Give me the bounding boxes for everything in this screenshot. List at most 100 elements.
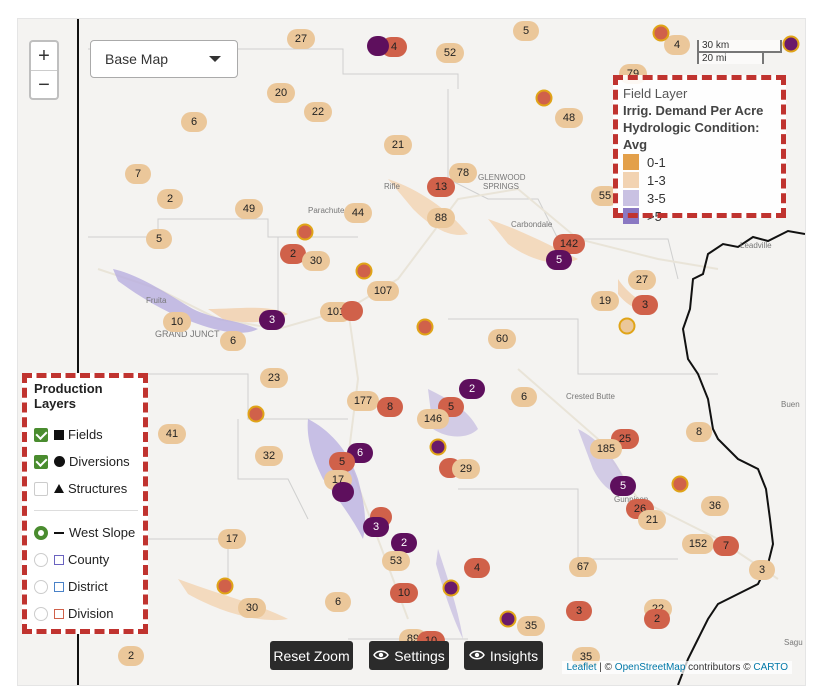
boundary-option-west-slope[interactable]: West Slope xyxy=(34,519,148,546)
zoom-in-button[interactable]: + xyxy=(31,42,57,71)
map-marker[interactable]: 5 xyxy=(546,250,572,270)
map-marker[interactable]: 3 xyxy=(749,560,775,580)
leaflet-link[interactable]: Leaflet xyxy=(566,662,596,673)
radio-button[interactable] xyxy=(34,606,48,621)
boundary-option-county[interactable]: County xyxy=(34,546,148,573)
map-marker[interactable]: 3 xyxy=(259,310,285,330)
map-marker[interactable]: 4 xyxy=(464,558,490,578)
map-marker[interactable]: 2 xyxy=(118,646,144,666)
map-marker[interactable]: 10 xyxy=(163,312,191,332)
map-marker[interactable] xyxy=(416,318,434,336)
checkbox[interactable] xyxy=(34,427,48,442)
map-marker[interactable]: 48 xyxy=(555,108,583,128)
map-marker[interactable]: 17 xyxy=(218,529,246,549)
map-marker[interactable] xyxy=(247,405,265,423)
label-parachute: Parachute xyxy=(308,206,345,215)
map-marker[interactable] xyxy=(782,35,800,53)
label-grand-junction: GRAND JUNCT xyxy=(155,329,220,339)
map-marker[interactable]: 2 xyxy=(157,189,183,209)
map-marker[interactable]: 4 xyxy=(664,35,690,55)
insights-button[interactable]: Insights xyxy=(464,641,543,670)
map-marker[interactable]: 107 xyxy=(367,281,399,301)
map-marker[interactable] xyxy=(652,24,670,42)
radio-button[interactable] xyxy=(34,525,48,540)
map-marker[interactable]: 23 xyxy=(260,368,288,388)
map-marker[interactable]: 20 xyxy=(267,83,295,103)
map-marker[interactable]: 3 xyxy=(632,295,658,315)
map-marker[interactable]: 177 xyxy=(347,391,379,411)
map-marker[interactable] xyxy=(618,317,636,335)
map-marker[interactable] xyxy=(296,223,314,241)
map-marker[interactable]: 8 xyxy=(686,422,712,442)
map-marker[interactable]: 36 xyxy=(701,496,729,516)
map-marker[interactable]: 41 xyxy=(158,424,186,444)
map-marker[interactable]: 53 xyxy=(382,551,410,571)
layer-toggle-diversions[interactable]: Diversions xyxy=(34,448,148,475)
map-marker[interactable]: 7 xyxy=(125,164,151,184)
map-marker[interactable]: 44 xyxy=(344,203,372,223)
map-marker[interactable]: 5 xyxy=(610,476,636,496)
settings-button[interactable]: Settings xyxy=(369,641,449,670)
map-marker[interactable]: 2 xyxy=(644,609,670,629)
map-marker[interactable]: 27 xyxy=(628,270,656,290)
map-marker[interactable]: 3 xyxy=(363,517,389,537)
map-marker[interactable]: 6 xyxy=(181,112,207,132)
settings-label: Settings xyxy=(394,647,445,664)
map-marker[interactable]: 7 xyxy=(713,536,739,556)
map-marker[interactable]: 13 xyxy=(427,177,455,197)
map-marker[interactable]: 6 xyxy=(220,331,246,351)
map-marker[interactable]: 5 xyxy=(513,21,539,41)
map-marker[interactable]: 6 xyxy=(325,592,351,612)
map-marker[interactable]: 5 xyxy=(146,229,172,249)
osm-link[interactable]: OpenStreetMap xyxy=(615,662,686,673)
map-marker[interactable]: 22 xyxy=(304,102,332,122)
map-marker[interactable]: 5 xyxy=(329,452,355,472)
boundary-option-division[interactable]: Division xyxy=(34,600,148,627)
basemap-select[interactable]: Base Map xyxy=(90,40,238,78)
map-marker[interactable]: 21 xyxy=(638,510,666,530)
map-marker[interactable] xyxy=(216,577,234,595)
checkbox[interactable] xyxy=(34,481,48,496)
zoom-out-button[interactable]: − xyxy=(31,71,57,99)
reset-zoom-button[interactable]: Reset Zoom xyxy=(270,641,353,670)
map-marker[interactable] xyxy=(355,262,373,280)
map-marker[interactable]: 8 xyxy=(377,397,403,417)
map-marker[interactable]: 30 xyxy=(302,251,330,271)
map-marker[interactable]: 52 xyxy=(436,43,464,63)
map-marker[interactable]: 49 xyxy=(235,199,263,219)
carto-link[interactable]: CARTO xyxy=(753,662,788,673)
radio-button[interactable] xyxy=(34,579,48,594)
map-marker[interactable] xyxy=(429,438,447,456)
map-marker[interactable]: 3 xyxy=(566,601,592,621)
map-marker[interactable]: 88 xyxy=(427,208,455,228)
map-marker[interactable]: 10 xyxy=(390,583,418,603)
map-marker[interactable]: 29 xyxy=(452,459,480,479)
map-marker[interactable] xyxy=(341,301,363,321)
map-marker[interactable] xyxy=(535,89,553,107)
map-marker[interactable]: 35 xyxy=(517,616,545,636)
layer-toggle-fields[interactable]: Fields xyxy=(34,421,148,448)
map-marker[interactable]: 27 xyxy=(287,29,315,49)
map-marker[interactable]: 32 xyxy=(255,446,283,466)
map-marker[interactable]: 60 xyxy=(488,329,516,349)
radio-button[interactable] xyxy=(34,552,48,567)
map-marker[interactable]: 78 xyxy=(449,163,477,183)
map-marker[interactable]: 21 xyxy=(384,135,412,155)
layer-toggle-structures[interactable]: Structures xyxy=(34,475,148,502)
map-marker[interactable]: 67 xyxy=(569,557,597,577)
map-marker[interactable]: 146 xyxy=(417,409,449,429)
map-marker[interactable] xyxy=(671,475,689,493)
map-marker[interactable]: 185 xyxy=(590,439,622,459)
map-marker[interactable] xyxy=(499,610,517,628)
map-marker[interactable]: 2 xyxy=(391,533,417,553)
map-marker[interactable] xyxy=(332,482,354,502)
map-marker[interactable]: 30 xyxy=(238,598,266,618)
map-marker[interactable]: 2 xyxy=(459,379,485,399)
map-marker[interactable] xyxy=(442,579,460,597)
map-marker[interactable] xyxy=(367,36,389,56)
map-marker[interactable]: 152 xyxy=(682,534,714,554)
boundary-option-district[interactable]: District xyxy=(34,573,148,600)
map-marker[interactable]: 19 xyxy=(591,291,619,311)
map-marker[interactable]: 6 xyxy=(511,387,537,407)
checkbox[interactable] xyxy=(34,454,48,469)
